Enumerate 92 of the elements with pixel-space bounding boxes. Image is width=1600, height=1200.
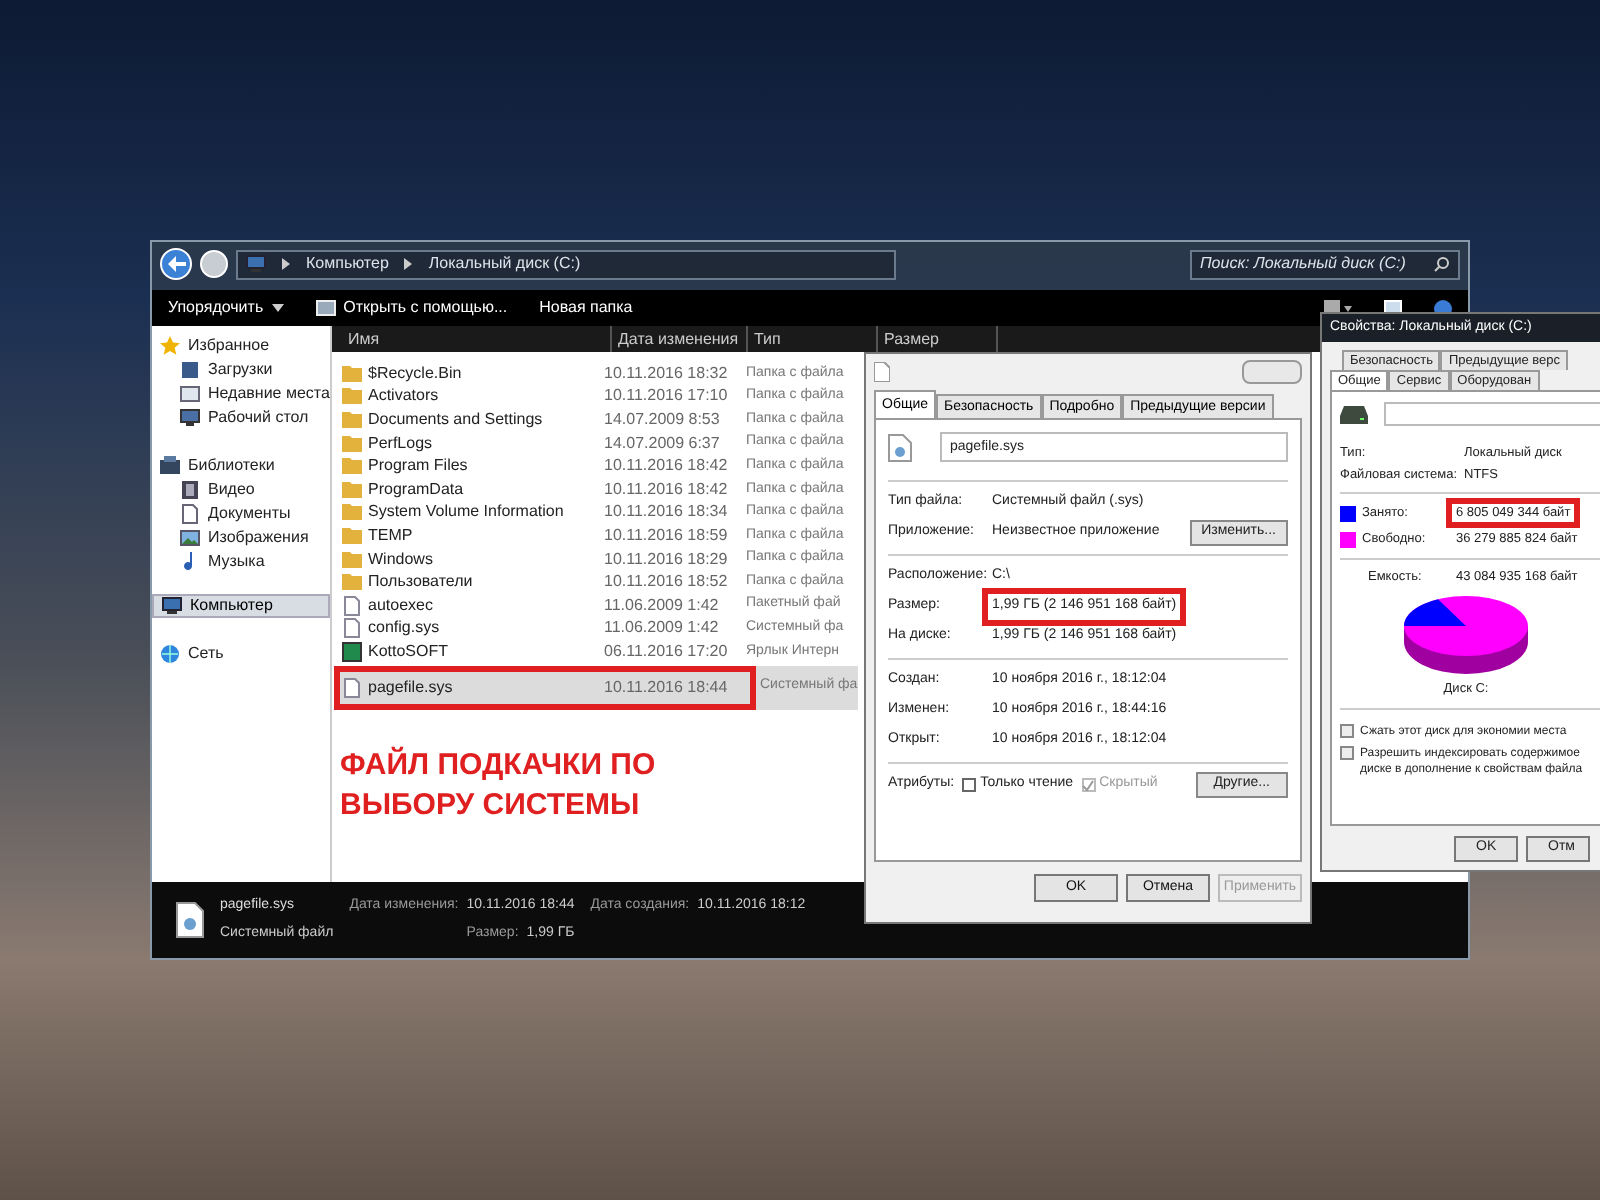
file-name: TEMP bbox=[368, 523, 413, 548]
sidebar-item[interactable]: Загрузки bbox=[152, 358, 330, 382]
back-button[interactable] bbox=[160, 248, 192, 280]
file-name: $Recycle.Bin bbox=[368, 361, 462, 386]
sidebar-item[interactable]: Компьютер bbox=[152, 594, 330, 618]
sidebar-item[interactable]: Видео bbox=[152, 478, 330, 502]
document-icon bbox=[180, 504, 200, 524]
file-name: Пользователи bbox=[368, 570, 473, 595]
globe-icon bbox=[160, 644, 180, 664]
folder-icon bbox=[342, 572, 362, 593]
address-bar[interactable]: Компьютер Локальный диск (C:) bbox=[236, 249, 896, 279]
file-name: PerfLogs bbox=[368, 431, 433, 456]
check-icon bbox=[1082, 779, 1095, 791]
folder-icon bbox=[342, 456, 362, 477]
monitor-icon bbox=[180, 408, 200, 428]
file-icon bbox=[342, 618, 362, 639]
sidebar-item[interactable]: Избранное bbox=[152, 334, 330, 358]
folder-icon bbox=[342, 409, 362, 430]
annotation-text: ФАЙЛ ПОДКАЧКИ ПО ВЫБОРУ СИСТЕМЫ bbox=[340, 745, 656, 826]
toolbar-button[interactable]: Открыть с помощью... bbox=[315, 296, 508, 320]
folder-icon bbox=[342, 479, 362, 500]
file-name: autoexec bbox=[368, 593, 433, 618]
file-date: 10.11.2016 18:52 bbox=[602, 570, 730, 595]
file-name: ProgramData bbox=[368, 477, 464, 502]
search-field[interactable]: Поиск: Локальный диск (C:) bbox=[1190, 249, 1460, 279]
folder-icon bbox=[180, 360, 200, 380]
star-icon bbox=[160, 336, 180, 356]
file-date: 10.11.2016 18:34 bbox=[602, 500, 730, 525]
column-header[interactable]: Имя bbox=[332, 326, 612, 352]
folder-icon bbox=[342, 502, 362, 523]
file-name: System Volume Information bbox=[368, 500, 564, 525]
file-name: Program Files bbox=[368, 454, 468, 479]
file-icon bbox=[874, 362, 890, 382]
picture-icon bbox=[180, 528, 200, 548]
search-icon bbox=[1434, 256, 1450, 272]
file-icon bbox=[176, 902, 204, 938]
window-icon bbox=[315, 300, 336, 316]
sidebar-item[interactable]: Изображения bbox=[152, 526, 330, 550]
shortcut-icon bbox=[342, 641, 362, 662]
folder-icon bbox=[342, 525, 362, 546]
sidebar-item[interactable]: Сеть bbox=[152, 642, 330, 666]
toolbar-button[interactable]: Упорядочить bbox=[168, 296, 284, 320]
file-date: 10.11.2016 18:42 bbox=[602, 477, 730, 502]
file-date: 10.11.2016 17:10 bbox=[602, 384, 730, 409]
file-name: Windows bbox=[368, 547, 433, 572]
pie-chart-drawing bbox=[1402, 594, 1530, 678]
folder-icon bbox=[342, 549, 362, 570]
sidebar-item[interactable]: Документы bbox=[152, 502, 330, 526]
sidebar-item[interactable]: Музыка bbox=[152, 550, 330, 574]
file-date: 10.11.2016 18:32 bbox=[602, 361, 730, 386]
file-date: 10.11.2016 18:59 bbox=[602, 523, 730, 548]
drive-icon bbox=[1340, 405, 1368, 423]
file-name: KottoSOFT bbox=[368, 639, 449, 664]
file-name: pagefile.sys bbox=[368, 675, 453, 700]
file-date: 11.06.2009 1:42 bbox=[602, 593, 721, 618]
checkbox[interactable] bbox=[1340, 746, 1354, 760]
file-date: 11.06.2009 1:42 bbox=[602, 616, 721, 641]
breadcrumb-item[interactable]: Локальный диск (C:) bbox=[428, 252, 581, 276]
computer-icon bbox=[162, 596, 182, 616]
folder-icon bbox=[342, 386, 362, 407]
file-icon bbox=[342, 595, 362, 616]
file-icon bbox=[342, 677, 362, 698]
breadcrumb-item[interactable]: Компьютер bbox=[306, 252, 389, 276]
file-date: 14.07.2009 8:53 bbox=[602, 407, 722, 432]
caret-down-icon bbox=[271, 304, 284, 312]
column-header[interactable]: Дата изменения bbox=[612, 326, 748, 352]
library-icon bbox=[160, 456, 180, 476]
folder-icon bbox=[342, 363, 362, 384]
sidebar-item[interactable]: Рабочий стол bbox=[152, 406, 330, 430]
chevron-right-icon bbox=[404, 258, 413, 270]
computer-icon bbox=[246, 254, 266, 274]
toolbar-button[interactable]: Новая папка bbox=[539, 296, 633, 320]
name-field[interactable] bbox=[1384, 402, 1600, 426]
forward-button[interactable] bbox=[200, 250, 228, 278]
file-date: 14.07.2009 6:37 bbox=[602, 431, 722, 456]
sidebar-item[interactable]: Библиотеки bbox=[152, 454, 330, 478]
file-name: Activators bbox=[368, 384, 439, 409]
window-icon bbox=[180, 384, 200, 404]
file-date: 10.11.2016 18:29 bbox=[602, 547, 730, 572]
file-date: 10.11.2016 18:44 bbox=[602, 675, 730, 700]
file-date: 10.11.2016 18:42 bbox=[602, 454, 730, 479]
file-name: config.sys bbox=[368, 616, 440, 641]
file-date: 06.11.2016 17:20 bbox=[602, 639, 730, 664]
arrow-left-icon bbox=[167, 256, 185, 272]
folder-icon bbox=[342, 433, 362, 454]
checkbox[interactable] bbox=[1340, 724, 1354, 738]
file-name: Documents and Settings bbox=[368, 407, 543, 432]
file-icon bbox=[888, 433, 912, 461]
film-icon bbox=[180, 480, 200, 500]
chevron-right-icon bbox=[282, 258, 290, 270]
sidebar-item[interactable]: Недавние места bbox=[152, 382, 330, 406]
close-button[interactable] bbox=[1242, 360, 1302, 384]
